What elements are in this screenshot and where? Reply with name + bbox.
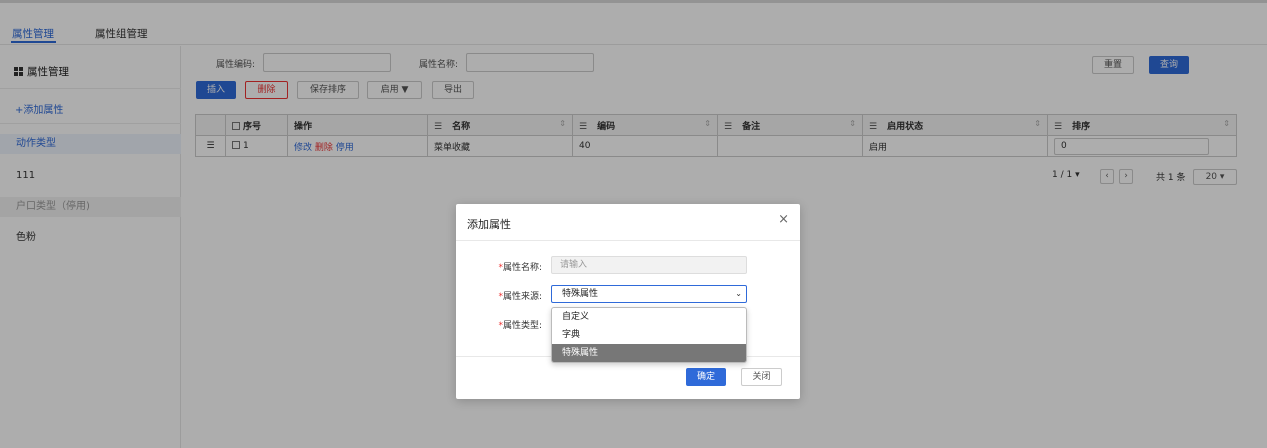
add-attribute-dialog: 添加属性 × *属性名称: 请输入 *属性来源: 特殊属性 ⌄ *属性类型: 确定…: [456, 204, 800, 399]
attribute-name-field[interactable]: 请输入: [551, 256, 747, 274]
attribute-source-select[interactable]: 特殊属性 ⌄: [551, 285, 747, 303]
attribute-type-field-label: *属性类型:: [498, 321, 542, 331]
chevron-down-icon: ⌄: [735, 289, 742, 298]
attribute-name-field-label: *属性名称:: [498, 263, 542, 273]
divider: [456, 240, 800, 241]
close-button[interactable]: 关闭: [741, 368, 782, 386]
close-icon[interactable]: ×: [778, 212, 789, 227]
dropdown-option-special[interactable]: 特殊属性: [552, 344, 746, 362]
dropdown-option-dictionary[interactable]: 字典: [552, 326, 746, 344]
source-dropdown-list: 自定义 字典 特殊属性: [551, 307, 747, 363]
dialog-title: 添加属性: [467, 218, 511, 231]
dropdown-option-custom[interactable]: 自定义: [552, 308, 746, 326]
confirm-button[interactable]: 确定: [686, 368, 726, 386]
attribute-source-field-label: *属性来源:: [498, 292, 542, 302]
